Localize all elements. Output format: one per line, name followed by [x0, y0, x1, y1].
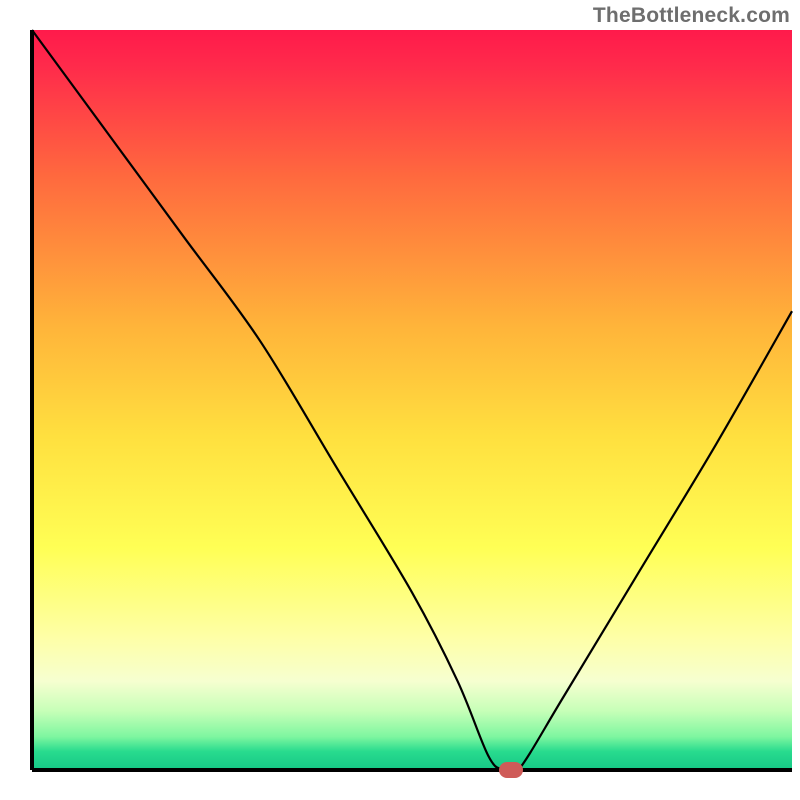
chart-container: TheBottleneck.com — [0, 0, 800, 800]
bottleneck-chart — [0, 0, 800, 800]
chart-background-gradient — [32, 30, 792, 770]
optimal-point-marker — [499, 762, 523, 778]
